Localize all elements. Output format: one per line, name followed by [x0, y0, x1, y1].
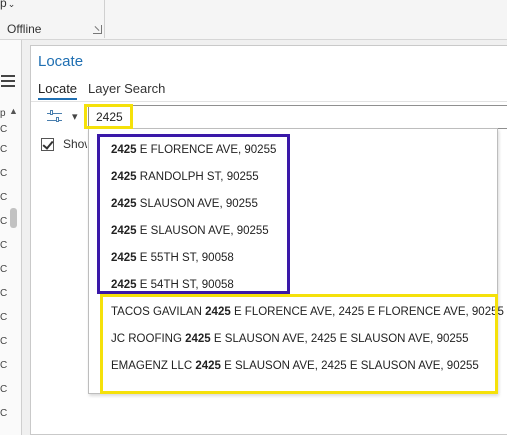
strip-row: C [0, 360, 8, 371]
strip-row: C [0, 124, 8, 135]
show-checkbox[interactable] [41, 138, 54, 151]
menu-icon[interactable] [1, 75, 15, 89]
strip-row: C [0, 408, 8, 419]
tab-layer-search[interactable]: Layer Search [88, 81, 165, 96]
strip-row: C [0, 336, 8, 347]
contents-pane-strip: ▲ p C C C C C C C C C C C C C [0, 40, 22, 435]
address-results-highlight-box [97, 134, 290, 294]
locator-settings-icon[interactable] [47, 110, 63, 124]
strip-row: C [0, 264, 8, 275]
dialog-launcher-icon[interactable] [93, 25, 102, 34]
chevron-down-icon: ⌄ [7, 0, 16, 9]
strip-row: C [0, 216, 8, 227]
strip-row: C [0, 192, 8, 203]
strip-row: p [0, 108, 6, 119]
strip-row: C [0, 168, 8, 179]
tab-divider [31, 101, 507, 102]
scrollbar-thumb[interactable] [10, 208, 17, 228]
offline-label: Offline [7, 22, 42, 36]
tab-locate[interactable]: Locate [38, 81, 78, 100]
search-input-box[interactable] [88, 105, 507, 129]
scroll-up-icon[interactable]: ▲ [9, 106, 18, 116]
ribbon-fragment[interactable]: p⌄ [0, 0, 15, 10]
show-label: Show [63, 137, 87, 151]
strip-row: C [0, 384, 8, 395]
poi-results-highlight-box [100, 294, 498, 394]
strip-row: C [0, 312, 8, 323]
ribbon-divider [104, 0, 105, 38]
pane-title: Locate [38, 53, 84, 70]
chevron-down-icon[interactable]: ▾ [72, 110, 78, 123]
ribbon: p⌄ Offline [0, 0, 507, 40]
strip-row: C [0, 240, 8, 251]
search-highlight-box [84, 104, 133, 129]
strip-row: C [0, 288, 8, 299]
strip-row: C [0, 144, 8, 155]
